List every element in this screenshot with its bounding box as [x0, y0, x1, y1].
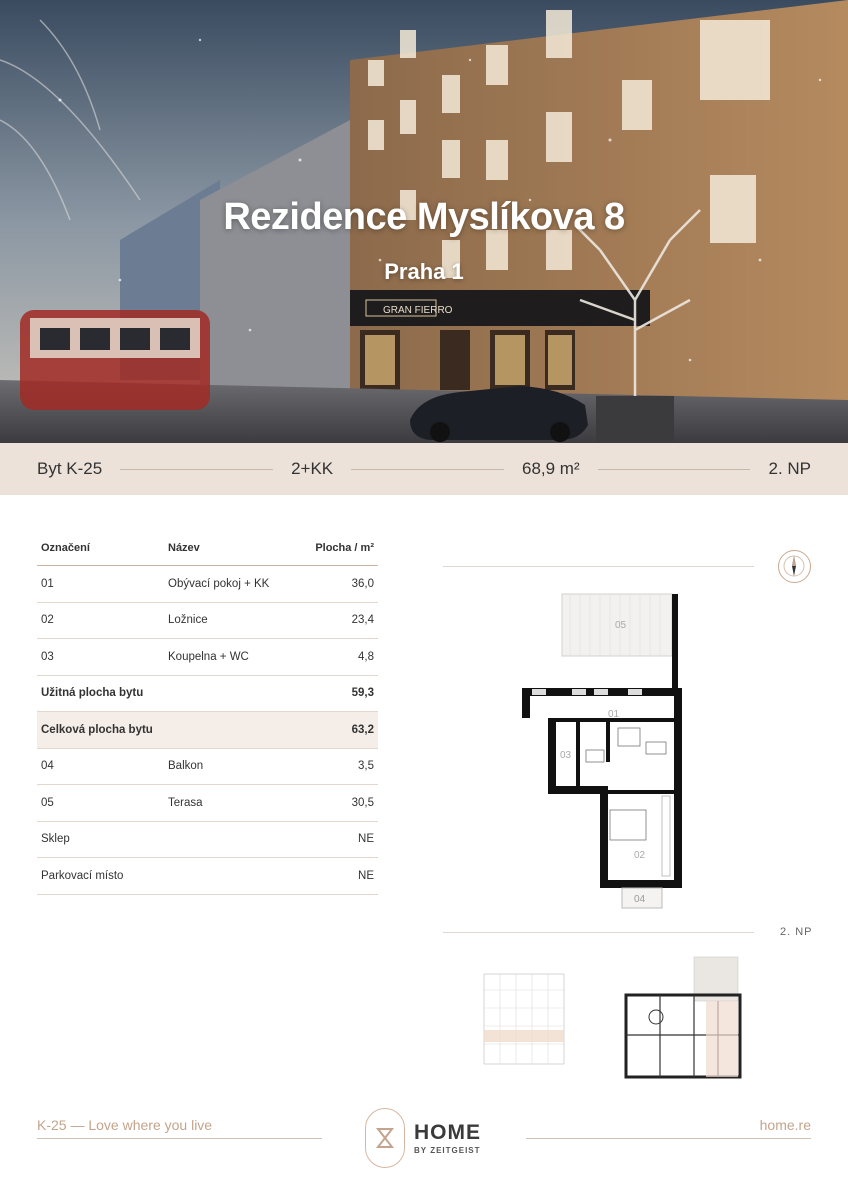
room-area: 23,4	[351, 614, 374, 627]
unit-info-bar: Byt K-25 2+KK 68,9 m² 2. NP	[0, 443, 848, 495]
cellar-row: Sklep NE	[37, 822, 378, 858]
room-area: 36,0	[351, 577, 374, 590]
divider	[443, 566, 754, 567]
brand-sub: BY ZEITGEIST	[414, 1146, 481, 1155]
divider	[443, 932, 754, 933]
unit-area: 68,9 m²	[521, 459, 580, 478]
room-name: Balkon	[168, 760, 204, 773]
unit-layout: 2+KK	[291, 459, 334, 478]
brand-logo: HOME	[414, 1121, 481, 1144]
room-id: 04	[41, 760, 54, 773]
table-header: Označení Název Plocha / m²	[37, 530, 378, 566]
room-label-05: 05	[615, 620, 627, 631]
header-area: Plocha / m²	[315, 541, 374, 554]
floor-label: 2. NP	[780, 926, 813, 938]
usable-area-label: Užitná plocha bytu	[41, 687, 144, 700]
room-id: 02	[41, 614, 54, 627]
shop-sign: GRAN FIERRO	[383, 305, 453, 316]
room-name: Terasa	[168, 796, 203, 809]
room-area: 4,8	[358, 650, 374, 663]
unit-id: Byt K-25	[37, 459, 103, 478]
room-name: Obývací pokoj + KK	[168, 577, 270, 590]
page-title: Rezidence Myslíkova 8	[223, 196, 625, 238]
room-label-01: 01	[608, 709, 620, 720]
website-link[interactable]: home.re	[760, 1117, 811, 1133]
cellar-label: Sklep	[41, 833, 70, 846]
room-area: 30,5	[351, 796, 374, 809]
table-row: 04 Balkon 3,5	[37, 749, 378, 785]
compass-icon	[778, 550, 811, 583]
floor-plan: 05 01 03 02 04	[522, 593, 682, 909]
header-name: Název	[168, 541, 200, 554]
room-area: 3,5	[358, 760, 374, 773]
room-label-02: 02	[634, 850, 646, 861]
divider	[597, 468, 751, 470]
usable-area-value: 59,3	[351, 687, 374, 700]
total-area-value: 63,2	[351, 723, 374, 736]
key-plan	[624, 956, 742, 1079]
page-subtitle: Praha 1	[384, 259, 464, 284]
area-table: Označení Název Plocha / m² 01 Obývací po…	[37, 530, 378, 895]
room-name: Ložnice	[168, 614, 208, 627]
hourglass-icon	[365, 1108, 405, 1168]
room-label-03: 03	[560, 750, 572, 761]
parking-row: Parkovací místo NE	[37, 858, 378, 895]
room-id: 03	[41, 650, 54, 663]
table-row: 02 Ložnice 23,4	[37, 603, 378, 639]
divider	[351, 468, 504, 470]
room-name: Koupelna + WC	[168, 650, 249, 663]
total-area-label: Celková plocha bytu	[41, 723, 153, 736]
divider	[526, 1138, 811, 1139]
cellar-value: NE	[358, 833, 374, 846]
total-area-row: Celková plocha bytu 63,2	[37, 712, 378, 749]
usable-area-row: Užitná plocha bytu 59,3	[37, 676, 378, 712]
hero-image: GRAN FIERRO Rezidence Myslíkova 8 Praha …	[0, 0, 848, 443]
room-label-04: 04	[634, 894, 646, 905]
header-label: Označení	[41, 541, 90, 554]
table-row: 03 Koupelna + WC 4,8	[37, 639, 378, 676]
room-id: 01	[41, 577, 54, 590]
footer-tagline: K-25 — Love where you live	[37, 1117, 213, 1133]
parking-label: Parkovací místo	[41, 869, 124, 882]
divider	[37, 1138, 322, 1139]
parking-value: NE	[358, 869, 374, 882]
building-elevation	[483, 973, 565, 1065]
unit-floor: 2. NP	[768, 459, 812, 478]
divider	[120, 468, 274, 470]
table-row: 05 Terasa 30,5	[37, 785, 378, 822]
table-row: 01 Obývací pokoj + KK 36,0	[37, 566, 378, 603]
room-id: 05	[41, 796, 54, 809]
